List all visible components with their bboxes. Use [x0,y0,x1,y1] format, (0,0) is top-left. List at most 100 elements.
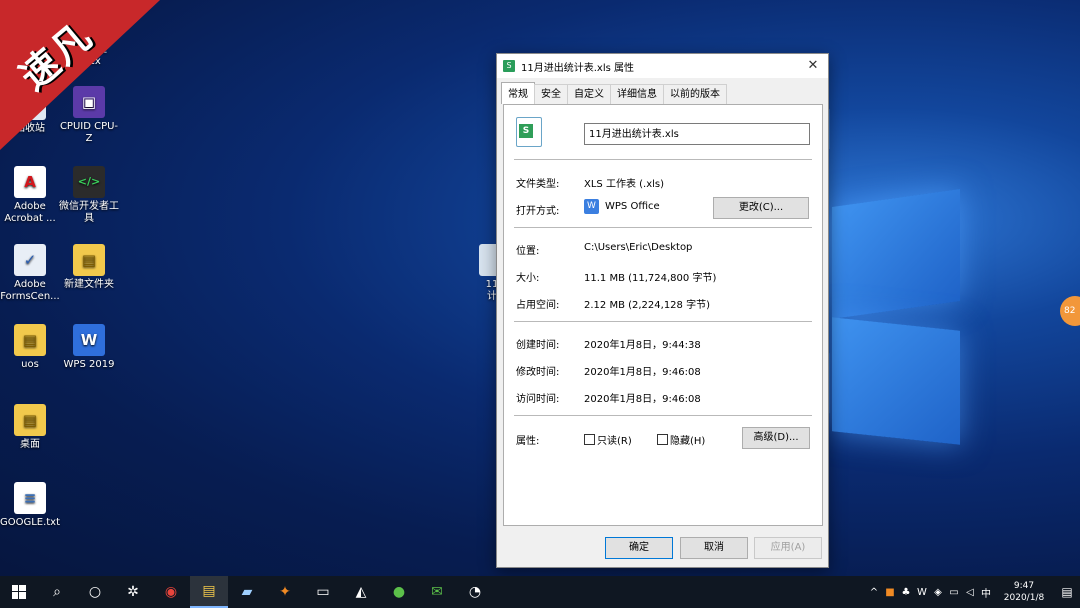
clock[interactable]: 9:47 2020/1/8 [994,580,1054,604]
clock-app-icon[interactable]: ◔ [456,576,494,608]
wps-office-icon: W [584,199,599,214]
general-tab-panel: S 11月进出统计表.xls 文件类型: XLS 工作表 (.xls) 打开方式… [503,104,823,526]
notification-icon[interactable]: ▤ [1054,585,1080,599]
floating-bubble[interactable]: 82 [1060,296,1080,326]
desktop-icon-label: Adobe FormsCen... [0,279,60,302]
tray-wps-icon[interactable]: W [914,587,930,598]
divider [514,159,812,160]
clock-time: 9:47 [1013,581,1035,591]
adobe-acrobat-icon: A [14,166,46,198]
ok-button[interactable]: 确定 [605,537,673,559]
desktop-icon-formscentral[interactable]: ✓ Adobe FormsCen... [0,244,62,303]
notepad-icon[interactable]: ▰ [228,576,266,608]
accessed-value: 2020年1月8日，9:46:08 [584,394,701,405]
file-type-label: 文件类型: [516,179,560,190]
tray-chevron-icon[interactable]: ^ [866,587,882,598]
desktop-icon-wechat-devtools[interactable]: </> 微信开发者工具 [57,166,121,225]
attributes-label: 属性: [516,436,540,447]
wallpaper-pane [832,189,960,319]
accessed-label: 访问时间: [516,394,560,405]
desktop: ♻ 回收站 A Adobe Acrobat ... ✓ Adobe FormsC… [0,0,1080,576]
tab-custom[interactable]: 自定义 [567,84,611,104]
size-value: 11.1 MB (11,724,800 字节) [584,273,717,284]
ime-icon[interactable]: 中 [978,585,994,600]
divider [514,227,812,228]
search-icon[interactable]: ⌕ [38,576,76,608]
filename-input[interactable]: 11月进出统计表.xls [584,123,810,145]
tray-app-icon[interactable]: ♣ [898,587,914,598]
tab-strip: 常规 安全 自定义 详细信息 以前的版本 [501,82,727,104]
chrome-icon[interactable]: ◉ [152,576,190,608]
tray-app-icon[interactable]: ◈ [930,587,946,598]
cancel-button[interactable]: 取消 [680,537,748,559]
tab-previous-versions[interactable]: 以前的版本 [663,84,727,104]
created-label: 创建时间: [516,340,560,351]
tab-details[interactable]: 详细信息 [610,84,664,104]
file-explorer-icon[interactable]: ▤ [190,576,228,608]
open-with-label: 打开方式: [516,206,560,217]
desktop-icon-label: 桌面 [20,439,40,450]
wechat-devtools-icon: </> [73,166,105,198]
pinwheel-app-icon[interactable]: ✲ [114,576,152,608]
hidden-label[interactable]: 隐藏(H) [670,432,705,447]
created-value: 2020年1月8日，9:44:38 [584,340,701,351]
apply-button[interactable]: 应用(A) [754,537,822,559]
tray-app-icon[interactable]: ■ [882,587,898,598]
hidden-checkbox[interactable] [657,434,668,445]
orange-app-icon[interactable]: ✦ [266,576,304,608]
dialog-title: 11月进出统计表.xls 属性 [521,62,634,74]
start-button[interactable] [0,576,38,608]
desktop-icon-label: 新建文件夹 [64,279,114,290]
properties-dialog: S 11月进出统计表.xls 属性 ✕ 常规 安全 自定义 详细信息 以前的版本… [496,53,829,568]
desktop-icon-desktop-folder[interactable]: ▤ 桌面 [0,404,62,451]
wps-icon: W [73,324,105,356]
disk-size-value: 2.12 MB (2,224,128 字节) [584,300,710,311]
advanced-button[interactable]: 高级(D)... [742,427,810,449]
desktop-icon-label: GOOGLE.txt [0,517,61,528]
readonly-checkbox[interactable] [584,434,595,445]
size-label: 大小: [516,273,540,284]
wallpaper-pane [832,317,960,445]
desktop-icon-acrobat[interactable]: A Adobe Acrobat ... [0,166,62,225]
folder-icon: ▤ [14,324,46,356]
location-value: C:\Users\Eric\Desktop [584,242,693,253]
volume-icon[interactable]: ◁ [962,587,978,598]
tab-security[interactable]: 安全 [534,84,568,104]
desktop-icon-label: 微信开发者工具 [59,201,119,224]
desktop-icon-label: Adobe Acrobat ... [4,201,56,224]
network-icon[interactable]: ▭ [946,587,962,598]
desktop-icon-uos[interactable]: ▤ uos [0,324,62,371]
desktop-icon-label: WPS 2019 [63,359,115,370]
adobe-formscentral-icon: ✓ [14,244,46,276]
xls-file-icon: S [503,60,515,72]
tab-general[interactable]: 常规 [501,82,535,104]
desktop-icon-label: uos [21,359,39,370]
location-label: 位置: [516,246,540,257]
wechat-icon[interactable]: ✉ [418,576,456,608]
text-file-icon: ≡ [14,482,46,514]
cortana-icon[interactable]: ○ [76,576,114,608]
folder-icon: ▤ [73,244,105,276]
divider [514,321,812,322]
green-app-icon[interactable]: ● [380,576,418,608]
terminal-icon[interactable]: ▭ [304,576,342,608]
open-with-value: WPS Office [605,201,660,212]
taskbar: ⌕ ○ ✲ ◉ ▤ ▰ ✦ ▭ ◭ ● ✉ ◔ ^ ■ ♣ W ◈ ▭ ◁ 中 … [0,576,1080,608]
inkscape-icon[interactable]: ◭ [342,576,380,608]
modified-value: 2020年1月8日，9:46:08 [584,367,701,378]
modified-label: 修改时间: [516,367,560,378]
dialog-titlebar[interactable]: S 11月进出统计表.xls 属性 ✕ [497,54,828,78]
file-type-value: XLS 工作表 (.xls) [584,179,665,190]
spreadsheet-file-icon: S [516,117,542,147]
close-button[interactable]: ✕ [804,57,822,75]
windows-logo-icon [12,585,26,599]
desktop-icon-wps[interactable]: W WPS 2019 [57,324,121,371]
change-button[interactable]: 更改(C)... [713,197,809,219]
disk-size-label: 占用空间: [516,300,560,311]
clock-date: 2020/1/8 [1003,593,1045,603]
folder-icon: ▤ [14,404,46,436]
divider [514,415,812,416]
desktop-icon-new-folder[interactable]: ▤ 新建文件夹 [57,244,121,291]
desktop-icon-google-txt[interactable]: ≡ GOOGLE.txt [0,482,62,529]
readonly-label[interactable]: 只读(R) [597,432,632,447]
